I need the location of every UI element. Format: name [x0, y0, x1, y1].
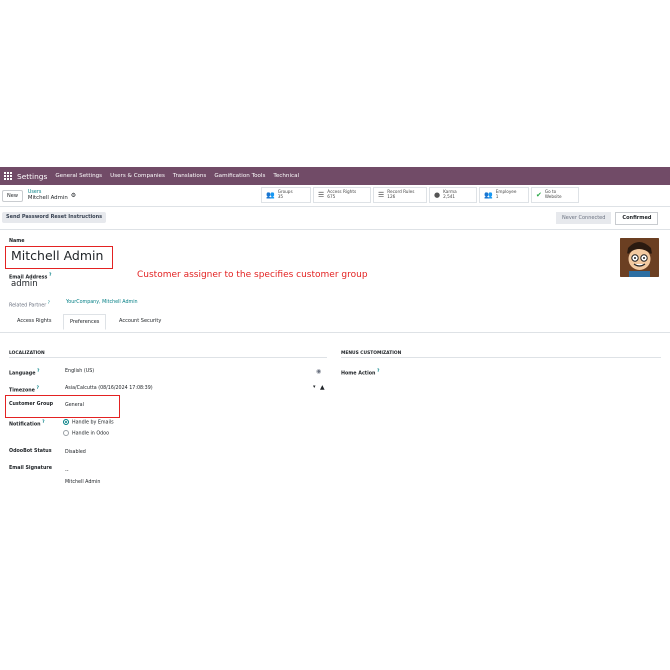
name-label: Name: [9, 239, 25, 244]
email-signature-label: Email Signature: [9, 466, 52, 471]
home-action-label: Home Action ?: [341, 368, 380, 377]
app-brand[interactable]: Settings: [17, 172, 47, 181]
tab-preferences[interactable]: Preferences: [63, 314, 107, 330]
form-sheet: Name Mitchell Admin Email Address ? admi…: [0, 230, 670, 500]
stat-value: 2,541: [443, 194, 456, 199]
status-never-connected[interactable]: Never Connected: [556, 212, 612, 224]
odoobot-status-label: OdooBot Status: [9, 449, 52, 454]
notification-option-emails[interactable]: Handle by Emails: [63, 419, 114, 426]
list-icon: ☰: [318, 191, 325, 199]
smart-buttons: 👥 Groups 35 ☰ Access Rights 675 ☰ Record R…: [261, 187, 581, 203]
timezone-help-icon[interactable]: ?: [37, 385, 39, 390]
new-button[interactable]: New: [2, 189, 23, 202]
localization-title: LOCALIZATION: [9, 351, 45, 356]
karma-stat-button[interactable]: ● Karma 2,541: [429, 187, 477, 203]
notification-label: Notification ?: [9, 419, 45, 428]
name-field[interactable]: Mitchell Admin: [11, 248, 103, 263]
breadcrumb-current: Mitchell Admin: [27, 194, 68, 201]
dropdown-caret-icon[interactable]: ▾: [313, 384, 316, 390]
notification-help-icon[interactable]: ?: [42, 419, 44, 424]
home-action-help-icon[interactable]: ?: [377, 368, 379, 373]
localization-divider: [9, 357, 327, 358]
menu-gamification-tools[interactable]: Gamification Tools: [214, 173, 265, 179]
timezone-field[interactable]: Asia/Calcutta (08/16/2024 17:08:39): [65, 386, 153, 391]
signature-line: --: [65, 469, 69, 474]
language-help-icon[interactable]: ?: [37, 368, 39, 373]
avatar[interactable]: [620, 238, 659, 277]
stat-value: 675: [327, 194, 336, 199]
related-partner-link[interactable]: YourCompany, Mitchell Admin: [66, 300, 138, 305]
menu-translations[interactable]: Translations: [173, 173, 206, 179]
annotation-text: Customer assigner to the specifies custo…: [137, 270, 368, 280]
signature-line: Mitchell Admin: [65, 480, 101, 485]
gear-icon[interactable]: ⚙: [71, 192, 76, 199]
language-label: Language ?: [9, 368, 40, 377]
globe-check-icon: ✔: [536, 191, 542, 199]
stat-value: Website: [544, 194, 562, 199]
warning-icon: ▲: [320, 384, 325, 391]
menu-general-settings[interactable]: General Settings: [55, 173, 102, 179]
tabs-divider: [0, 332, 670, 333]
menu-users-companies[interactable]: Users & Companies: [110, 173, 165, 179]
list-icon: ☰: [378, 191, 385, 199]
customer-group-label: Customer Group: [9, 402, 54, 407]
tab-access-rights[interactable]: Access Rights: [17, 318, 51, 324]
related-partner-help-icon[interactable]: ?: [48, 300, 50, 305]
email-help-icon[interactable]: ?: [49, 272, 51, 277]
go-to-website-button[interactable]: ✔ Go to Website: [531, 187, 579, 203]
status-bar: Never Connected Confirmed: [556, 212, 659, 225]
record-rules-stat-button[interactable]: ☰ Record Rules 126: [373, 187, 427, 203]
top-navbar: Settings General Settings Users & Compan…: [0, 167, 670, 185]
email-signature-field[interactable]: -- Mitchell Admin: [65, 466, 100, 488]
customer-group-field[interactable]: General: [65, 403, 84, 408]
trophy-icon: ●: [434, 191, 441, 199]
groups-stat-button[interactable]: 👥 Groups 35: [261, 187, 311, 203]
menu-technical[interactable]: Technical: [273, 173, 299, 179]
menus-customization-title: MENUS CUSTOMIZATION: [341, 351, 402, 356]
stat-value: 35: [277, 194, 284, 199]
stat-value: 1: [495, 194, 499, 199]
form-header: Send Password Reset Instructions Never C…: [0, 207, 670, 230]
status-confirmed[interactable]: Confirmed: [615, 212, 659, 225]
notification-option-odoo[interactable]: Handle in Odoo: [63, 430, 109, 437]
access-rights-stat-button[interactable]: ☰ Access Rights 675: [313, 187, 371, 203]
breadcrumb: Users Mitchell Admin: [28, 190, 68, 201]
stat-value: 126: [387, 194, 396, 199]
send-password-reset-button[interactable]: Send Password Reset Instructions: [2, 212, 107, 223]
tab-account-security[interactable]: Account Security: [119, 318, 161, 324]
email-field[interactable]: admin: [11, 279, 38, 289]
users-icon: 👥: [266, 191, 275, 199]
app-window: Settings General Settings Users & Compan…: [0, 167, 670, 502]
odoobot-status-field[interactable]: Disabled: [65, 450, 86, 455]
related-partner-label: Related Partner ?: [9, 300, 50, 309]
control-panel: New Users Mitchell Admin ⚙ 👥 Groups 35 ☰ …: [0, 185, 670, 207]
globe-icon[interactable]: ◉: [316, 368, 321, 375]
language-field[interactable]: English (US): [65, 369, 94, 374]
radio-unselected-icon[interactable]: [63, 430, 69, 436]
menus-customization-divider: [341, 357, 661, 358]
timezone-label: Timezone ?: [9, 385, 39, 394]
stat-label: Employee: [495, 189, 517, 195]
apps-grid-icon[interactable]: [4, 171, 13, 181]
employee-stat-button[interactable]: 👥 Employee 1: [479, 187, 529, 203]
users-icon: 👥: [484, 191, 493, 199]
radio-selected-icon[interactable]: [63, 419, 69, 425]
